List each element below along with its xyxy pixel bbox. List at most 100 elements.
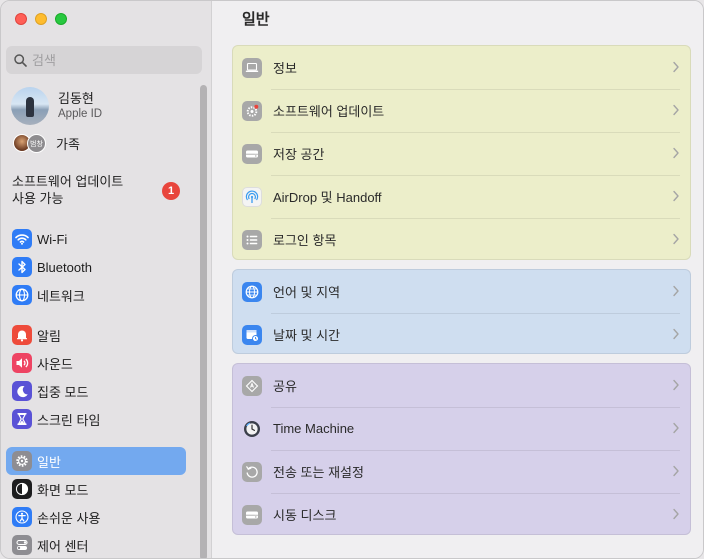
avatar: [11, 87, 49, 125]
settings-window: 김동현 Apple ID 범창 가족 소프트웨어 업데이트 사용 가능 1 Wi…: [0, 0, 704, 559]
sidebar-item-label: 손쉬운 사용: [37, 510, 101, 526]
sidebar-item-label: Wi-Fi: [37, 231, 68, 247]
chevron-right-icon: [673, 508, 679, 520]
row-storage[interactable]: 저장 공간: [233, 132, 690, 175]
chevron-right-icon: [673, 190, 679, 202]
family-label: 가족: [56, 136, 80, 152]
row-transfer-reset[interactable]: 전송 또는 재설정: [233, 450, 690, 493]
chevron-right-icon: [673, 465, 679, 477]
update-badge: 1: [162, 182, 180, 200]
storage-icon: [242, 143, 262, 164]
close-window-button[interactable]: [15, 13, 27, 25]
sidebar-item-label: 스크린 타임: [37, 412, 101, 428]
sidebar-item-label: 네트워크: [37, 288, 85, 304]
row-label: 전송 또는 재설정: [273, 465, 364, 480]
software-update-available[interactable]: 소프트웨어 업데이트 사용 가능 1: [12, 174, 187, 210]
gear-icon: [12, 451, 32, 471]
sidebar-item-focus[interactable]: 집중 모드: [6, 377, 186, 405]
sidebar-item-sound[interactable]: 사운드: [6, 349, 186, 377]
update-subtitle: 사용 가능: [12, 190, 64, 206]
gear-badge-icon: [242, 100, 262, 121]
family-avatar-initials: 범창: [27, 134, 46, 153]
time-machine-icon: [242, 419, 262, 439]
row-label: 저장 공간: [273, 147, 325, 162]
sidebar-item-accessibility[interactable]: 손쉬운 사용: [6, 503, 186, 531]
profile-subtitle: Apple ID: [58, 107, 103, 120]
settings-group-management: 공유 Time Machine 전송 또는 재설정 시동 디스크: [232, 363, 691, 535]
sidebar-item-label: 제어 센터: [37, 538, 89, 554]
sidebar-item-network[interactable]: 네트워크: [6, 281, 186, 309]
globe-icon: [12, 285, 32, 305]
minimize-window-button[interactable]: [35, 13, 47, 25]
speaker-icon: [12, 353, 32, 373]
accessibility-icon: [12, 507, 32, 527]
sidebar-item-notifications[interactable]: 알림: [6, 321, 186, 349]
settings-group-locale: 언어 및 지역 날짜 및 시간: [232, 269, 691, 354]
row-sharing[interactable]: 공유: [233, 364, 690, 407]
sidebar-item-screen-time[interactable]: 스크린 타임: [6, 405, 186, 433]
settings-group-system: 정보 소프트웨어 업데이트 저장 공간 AirDrop 및 Handoff 로그…: [232, 45, 691, 260]
row-login-items[interactable]: 로그인 항목: [233, 218, 690, 259]
chevron-right-icon: [673, 233, 679, 245]
row-time-machine[interactable]: Time Machine: [233, 407, 690, 450]
moon-icon: [12, 381, 32, 401]
sidebar-item-bluetooth[interactable]: Bluetooth: [6, 253, 186, 281]
search-icon: [12, 52, 28, 68]
sidebar-item-wifi[interactable]: Wi-Fi: [6, 225, 186, 253]
row-label: 시동 디스크: [273, 508, 337, 523]
row-label: 로그인 항목: [273, 233, 337, 248]
chevron-right-icon: [673, 285, 679, 297]
wifi-icon: [12, 229, 32, 249]
reset-icon: [242, 461, 262, 482]
chevron-right-icon: [673, 61, 679, 73]
list-icon: [242, 229, 262, 250]
family-avatars: 범창: [11, 132, 49, 154]
row-startup-disk[interactable]: 시동 디스크: [233, 493, 690, 534]
row-label: 언어 및 지역: [273, 285, 341, 300]
row-label: 날짜 및 시간: [273, 328, 341, 343]
profile-name: 김동현: [58, 90, 94, 106]
row-airdrop-handoff[interactable]: AirDrop 및 Handoff: [233, 175, 690, 218]
sidebar-item-label: 사운드: [37, 356, 73, 372]
sidebar-item-label: 일반: [37, 454, 61, 470]
zoom-window-button[interactable]: [55, 13, 67, 25]
page-title: 일반: [242, 11, 270, 28]
row-software-update[interactable]: 소프트웨어 업데이트: [233, 89, 690, 132]
chevron-right-icon: [673, 104, 679, 116]
sidebar-item-appearance[interactable]: 화면 모드: [6, 475, 186, 503]
row-about[interactable]: 정보: [233, 46, 690, 89]
window-controls: [15, 13, 67, 25]
sidebar-item-label: Bluetooth: [37, 259, 92, 275]
family-item[interactable]: 범창 가족: [11, 132, 80, 154]
sidebar-item-label: 화면 모드: [37, 482, 89, 498]
row-label: Time Machine: [273, 421, 355, 436]
chevron-right-icon: [673, 379, 679, 391]
appearance-icon: [12, 479, 32, 499]
search-input[interactable]: [32, 52, 192, 68]
update-title: 소프트웨어 업데이트: [12, 174, 124, 189]
control-center-icon: [12, 535, 32, 555]
main-pane: 일반 정보 소프트웨어 업데이트 저장 공간 AirDrop 및 Handoff…: [212, 1, 703, 558]
sidebar-item-label: 집중 모드: [37, 384, 89, 400]
hourglass-icon: [12, 409, 32, 429]
sidebar: 김동현 Apple ID 범창 가족 소프트웨어 업데이트 사용 가능 1 Wi…: [1, 1, 212, 558]
row-language-region[interactable]: 언어 및 지역: [233, 270, 690, 313]
row-label: 공유: [273, 379, 297, 394]
row-date-time[interactable]: 날짜 및 시간: [233, 313, 690, 353]
sidebar-item-control-center[interactable]: 제어 센터: [6, 531, 186, 558]
disk-icon: [242, 504, 262, 525]
chevron-right-icon: [673, 147, 679, 159]
sidebar-scrollbar[interactable]: [200, 85, 207, 558]
airdrop-icon: [242, 186, 262, 207]
chevron-right-icon: [673, 422, 679, 434]
sidebar-item-general[interactable]: 일반: [6, 447, 186, 475]
bluetooth-icon: [12, 257, 32, 277]
row-label: AirDrop 및 Handoff: [273, 190, 382, 205]
laptop-icon: [242, 57, 262, 78]
chevron-right-icon: [673, 328, 679, 340]
sidebar-item-label: 알림: [37, 328, 61, 344]
row-label: 소프트웨어 업데이트: [273, 104, 385, 119]
apple-id-profile[interactable]: 김동현 Apple ID: [11, 87, 191, 125]
search-field[interactable]: [6, 46, 202, 74]
globe-icon: [242, 281, 262, 302]
